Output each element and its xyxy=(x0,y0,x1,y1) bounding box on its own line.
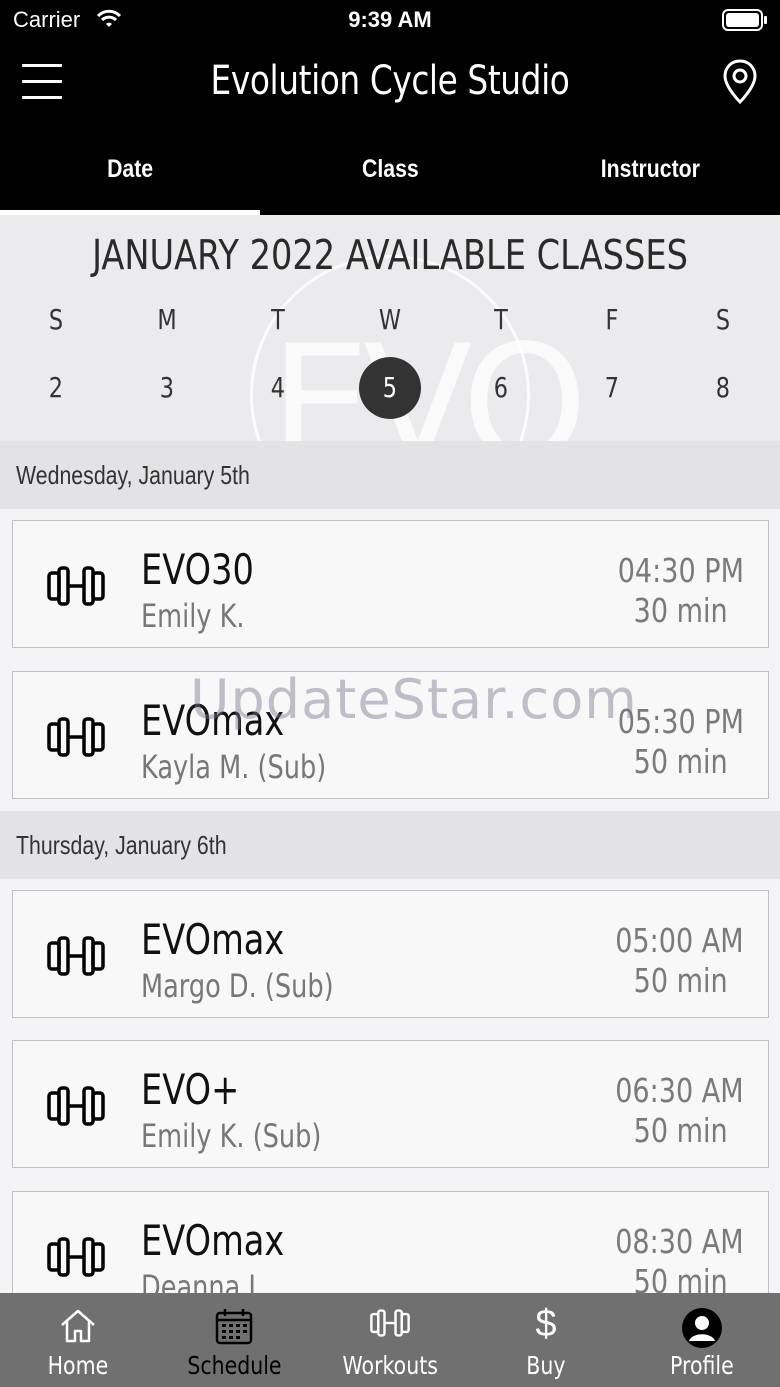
date-cell-selected[interactable]: 5 xyxy=(359,357,421,419)
class-name: EVO30 xyxy=(141,545,254,594)
profile-icon xyxy=(681,1307,723,1354)
dumbbell-icon xyxy=(47,935,105,982)
day-header: Thursday, January 6th xyxy=(0,811,780,879)
class-card[interactable]: EVO30 Emily K. 04:30 PM 30 min xyxy=(12,520,769,648)
dumbbell-icon xyxy=(47,716,105,763)
status-bar: Carrier 9:39 AM xyxy=(0,0,780,40)
class-card[interactable]: EVOmax Margo D. (Sub) 05:00 AM 50 min xyxy=(12,890,769,1018)
class-instructor: Emily K. (Sub) xyxy=(141,1117,322,1155)
weekday-label: M xyxy=(157,303,177,336)
weekday-label: S xyxy=(715,303,731,336)
nav-buy[interactable]: $ Buy xyxy=(468,1293,624,1387)
weekday-label: T xyxy=(494,303,508,336)
class-name: EVOmax xyxy=(141,1216,285,1265)
class-card[interactable]: EVOmax Deanna L. 08:30 AM 50 min xyxy=(12,1191,769,1293)
date-cell[interactable]: 3 xyxy=(135,357,199,419)
battery-icon xyxy=(722,9,768,37)
class-time: 05:30 PM xyxy=(617,702,744,741)
class-time: 08:30 AM xyxy=(615,1222,744,1261)
nav-workouts[interactable]: Workouts xyxy=(312,1293,468,1387)
class-duration: 50 min xyxy=(633,961,728,1000)
bottom-nav: Home Schedule Workouts $ Buy Profile xyxy=(0,1293,780,1387)
dollar-icon: $ xyxy=(535,1303,557,1345)
class-instructor: Kayla M. (Sub) xyxy=(141,748,327,786)
class-duration: 30 min xyxy=(633,591,728,630)
date-cell[interactable]: 6 xyxy=(469,357,533,419)
location-pin-icon[interactable] xyxy=(722,58,758,111)
weekday-label: S xyxy=(48,303,64,336)
tab-date[interactable]: Date xyxy=(0,126,260,215)
class-instructor: Margo D. (Sub) xyxy=(141,967,334,1005)
class-name: EVOmax xyxy=(141,696,285,745)
class-duration: 50 min xyxy=(633,1111,728,1150)
weekday-label: W xyxy=(378,303,402,336)
class-card[interactable]: EVOmax Kayla M. (Sub) 05:30 PM 50 min xyxy=(12,671,769,799)
status-time: 9:39 AM xyxy=(348,7,432,32)
dumbbell-icon xyxy=(370,1307,410,1344)
calendar-icon xyxy=(214,1307,254,1352)
week-calendar: EVO JANUARY 2022 AVAILABLE CLASSES S M T… xyxy=(0,215,780,441)
day-header: Wednesday, January 5th xyxy=(0,441,780,509)
class-card[interactable]: EVO+ Emily K. (Sub) 06:30 AM 50 min xyxy=(12,1040,769,1168)
weekday-label: T xyxy=(271,303,285,336)
date-cell[interactable]: 8 xyxy=(691,357,755,419)
class-schedule-list[interactable]: Wednesday, January 5th EVO30 Emily K. 04… xyxy=(0,441,780,1293)
app-title: Evolution Cycle Studio xyxy=(210,58,570,104)
hamburger-menu-icon[interactable] xyxy=(22,64,62,104)
class-duration: 50 min xyxy=(633,1262,728,1293)
class-time: 04:30 PM xyxy=(617,551,744,590)
nav-profile[interactable]: Profile xyxy=(624,1293,780,1387)
calendar-title: JANUARY 2022 AVAILABLE CLASSES xyxy=(92,231,688,279)
weekday-row: S M T W T F S xyxy=(0,303,780,343)
dumbbell-icon xyxy=(47,1236,105,1283)
dumbbell-icon xyxy=(47,565,105,612)
nav-schedule[interactable]: Schedule xyxy=(156,1293,312,1387)
class-duration: 50 min xyxy=(633,742,728,781)
class-instructor: Emily K. xyxy=(141,597,245,635)
class-time: 05:00 AM xyxy=(615,921,744,960)
date-cell[interactable]: 7 xyxy=(580,357,644,419)
class-time: 06:30 AM xyxy=(615,1071,744,1110)
date-cell[interactable]: 4 xyxy=(246,357,310,419)
tab-instructor[interactable]: Instructor xyxy=(520,126,780,215)
home-icon xyxy=(58,1307,98,1350)
class-name: EVOmax xyxy=(141,915,285,964)
class-name: EVO+ xyxy=(141,1065,240,1114)
date-cell[interactable]: 2 xyxy=(24,357,88,419)
dumbbell-icon xyxy=(47,1085,105,1132)
app-header: Evolution Cycle Studio xyxy=(0,40,780,126)
date-row: 2 3 4 5 6 7 8 xyxy=(0,357,780,419)
tab-class[interactable]: Class xyxy=(260,126,520,215)
weekday-label: F xyxy=(605,303,619,336)
schedule-tabs: Date Class Instructor xyxy=(0,126,780,215)
class-instructor: Deanna L. xyxy=(141,1268,271,1293)
nav-home[interactable]: Home xyxy=(0,1293,156,1387)
